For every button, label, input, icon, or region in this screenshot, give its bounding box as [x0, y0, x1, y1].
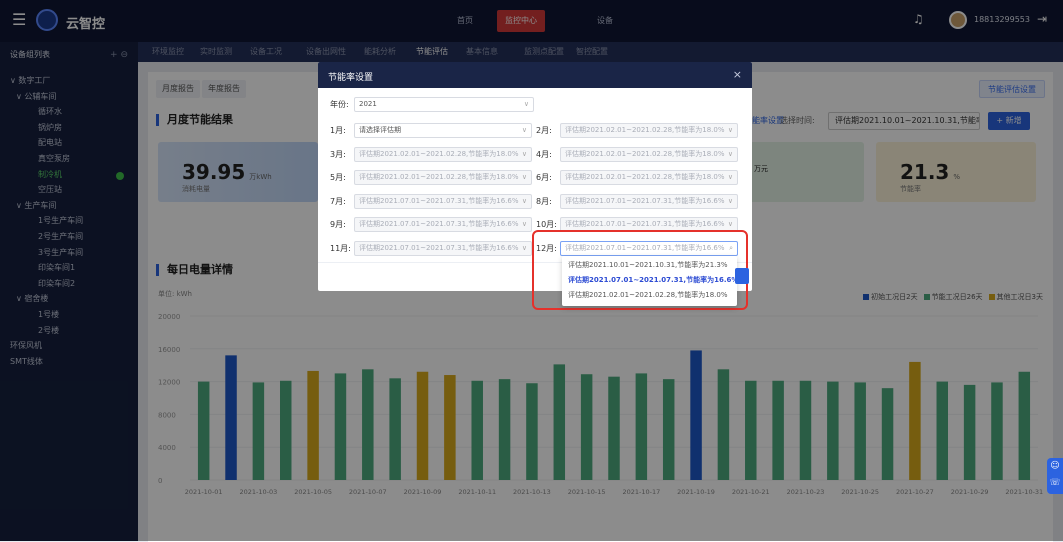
year-label: 年份: [330, 100, 349, 109]
chevron-down-icon: ∨ [521, 220, 527, 228]
month-period-value: 评估期2021.07.01~2021.07.31,节能率为16.6% [359, 220, 519, 228]
month-label: 7月: [330, 196, 346, 206]
month-label: 4月: [536, 149, 552, 159]
month-period-select[interactable]: 评估期2021.02.01~2021.02.28,节能率为18.0% ∨ [560, 170, 738, 185]
month-field: 1月: 请选择评估期 ∨ [330, 123, 532, 138]
month-label: 1月: [330, 126, 346, 135]
month-period-select[interactable]: 评估期2021.07.01~2021.07.31,节能率为16.6% ∨ [354, 217, 532, 232]
month-field: 8月: 评估期2021.07.01~2021.07.31,节能率为16.6% ∨ [536, 193, 738, 209]
month-period-value: 评估期2021.07.01~2021.07.31,节能率为16.6% [565, 220, 725, 228]
month-period-value: 评估期2021.02.01~2021.02.28,节能率为18.0% [565, 126, 725, 134]
chevron-down-icon: ∨ [727, 173, 733, 181]
month-period-select[interactable]: 评估期2021.07.01~2021.07.31,节能率为16.6% ∨ [560, 193, 738, 209]
month-label: 8月: [536, 196, 552, 206]
dropdown-option[interactable]: 评估期2021.07.01~2021.07.31,节能率为16.6% [568, 273, 738, 287]
month-period-select[interactable]: 评估期2021.02.01~2021.02.28,节能率为18.0% ∨ [354, 146, 532, 162]
dropdown-option[interactable]: 评估期2021.02.01~2021.02.28,节能率为18.0% [568, 288, 728, 302]
month-period-value: 评估期2021.02.01~2021.02.28,节能率为18.0% [359, 149, 519, 158]
period-dropdown: 评估期2021.10.01~2021.10.31,节能率为21.3% 评估期202… [562, 256, 738, 306]
month-period-select[interactable]: 请选择评估期 ∨ [354, 123, 532, 138]
month-period-select[interactable]: 评估期2021.02.01~2021.02.28,节能率为18.0% ∨ [560, 123, 738, 138]
month-period-value: 请选择评估期 [359, 126, 401, 134]
month-field: 11月: 评估期2021.07.01~2021.07.31,节能率为16.6% ∨ [330, 240, 532, 256]
dialog-confirm-button[interactable] [735, 268, 749, 284]
chevron-down-icon: ∨ [521, 173, 527, 181]
month-label: 9月: [330, 220, 346, 229]
chevron-down-icon: ∨ [521, 196, 527, 205]
month-field: 4月: 评估期2021.02.01~2021.02.28,节能率为18.0% ∨ [536, 146, 738, 162]
month-period-value: 评估期2021.07.01~2021.07.31,节能率为16.6% [359, 196, 519, 205]
dropdown-option[interactable]: 评估期2021.10.01~2021.10.31,节能率为21.3% [568, 258, 728, 272]
chat-support-icon[interactable]: ☺ ☏ [1047, 458, 1063, 494]
chevron-down-icon: ∨ [521, 243, 527, 252]
month-field: 7月: 评估期2021.07.01~2021.07.31,节能率为16.6% ∨ [330, 193, 532, 209]
month-field: 2月: 评估期2021.02.01~2021.02.28,节能率为18.0% ∨ [536, 123, 738, 138]
chevron-down-icon: ∨ [727, 149, 733, 158]
month-label: 5月: [330, 173, 346, 182]
month-period-value: 评估期2021.07.01~2021.07.31,节能率为16.6% [565, 196, 725, 205]
month-label: 10月: [536, 220, 557, 229]
month-period-select[interactable]: 评估期2021.07.01~2021.07.31,节能率为16.6% ∨ [354, 240, 532, 256]
chevron-down-icon: ∨ [521, 126, 527, 134]
year-field: 年份: 2021 ∨ [330, 97, 534, 112]
year-select[interactable]: 2021 ∨ [354, 97, 534, 112]
month-label: 3月: [330, 149, 346, 159]
month-field: 9月: 评估期2021.07.01~2021.07.31,节能率为16.6% ∨ [330, 217, 532, 232]
month-period-value: 评估期2021.02.01~2021.02.28,节能率为18.0% [565, 173, 725, 181]
close-icon[interactable]: × [733, 68, 742, 81]
chevron-down-icon: ∨ [727, 126, 733, 134]
dialog-title: 节能率设置 [328, 73, 374, 83]
month-period-value: 评估期2021.02.01~2021.02.28,节能率为18.0% [565, 149, 725, 158]
month-period-select[interactable]: 评估期2021.07.01~2021.07.31,节能率为16.6% ∨ [354, 193, 532, 209]
chevron-down-icon: ∨ [523, 100, 529, 108]
month-field: 5月: 评估期2021.02.01~2021.02.28,节能率为18.0% ∨ [330, 170, 532, 185]
month-label: 2月: [536, 126, 552, 135]
month-label: 6月: [536, 173, 552, 182]
month-period-select[interactable]: 评估期2021.02.01~2021.02.28,节能率为18.0% ∨ [560, 146, 738, 162]
dialog-header: 节能率设置 × [318, 62, 752, 88]
month-field: 6月: 评估期2021.02.01~2021.02.28,节能率为18.0% ∨ [536, 170, 738, 185]
month-period-value: 评估期2021.02.01~2021.02.28,节能率为18.0% [359, 173, 519, 181]
month-field: 3月: 评估期2021.02.01~2021.02.28,节能率为18.0% ∨ [330, 146, 532, 162]
chevron-down-icon: ∨ [727, 196, 733, 205]
chevron-down-icon: ∨ [521, 149, 527, 158]
month-period-value: 评估期2021.07.01~2021.07.31,节能率为16.6% [359, 243, 519, 252]
month-period-select[interactable]: 评估期2021.02.01~2021.02.28,节能率为18.0% ∨ [354, 170, 532, 185]
month-label: 11月: [330, 243, 351, 253]
